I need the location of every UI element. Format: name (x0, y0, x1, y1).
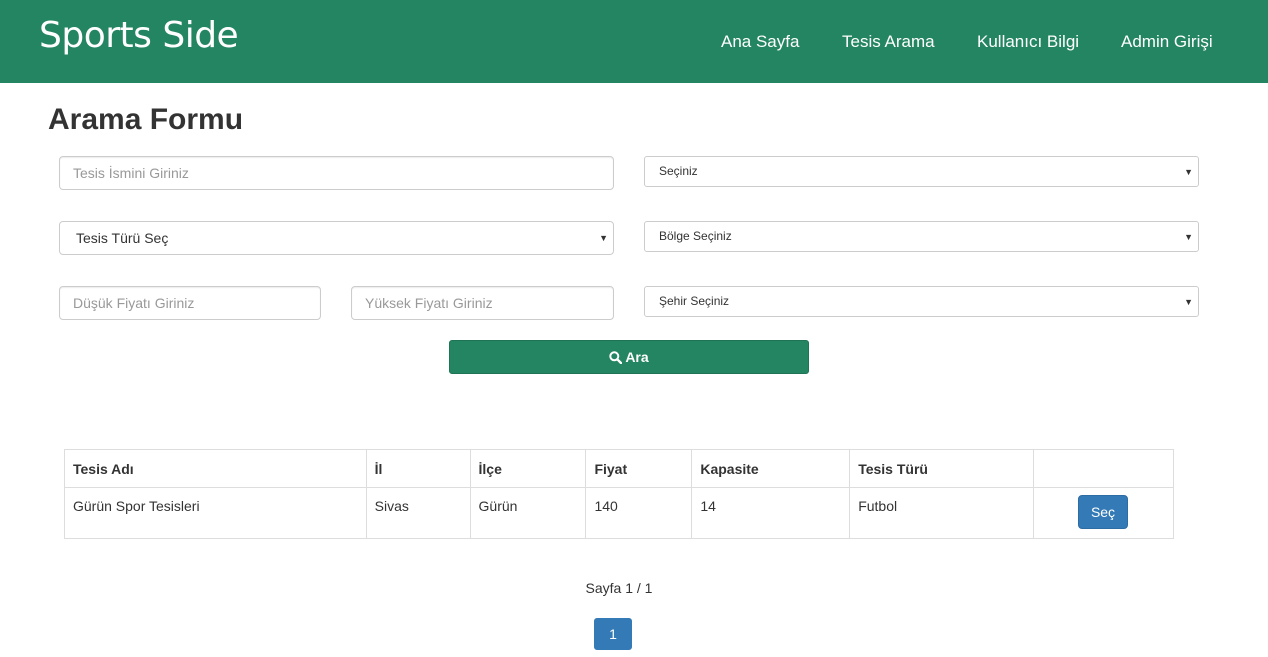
column-header (1033, 449, 1174, 488)
cell-price: 140 (585, 487, 693, 539)
nav-item-ana-sayfa[interactable]: Ana Sayfa (721, 31, 799, 53)
cell-capacity: 14 (691, 487, 851, 539)
city-select[interactable]: Şehir Seçiniz ▼ (644, 286, 1199, 317)
cell-action: Seç (1033, 487, 1174, 539)
cell-district: Gürün (469, 487, 587, 539)
city-select-value: Şehir Seçiniz (659, 294, 730, 308)
column-header: İlçe (469, 449, 587, 488)
page-title: Arama Formu (48, 103, 244, 136)
page-button-1[interactable]: 1 (594, 618, 632, 650)
region-select-value: Bölge Seçiniz (659, 229, 732, 243)
cell-city: Sivas (365, 487, 471, 539)
facility-name-placeholder: Tesis İsmini Giriniz (73, 165, 189, 181)
pagination-label: Sayfa 1 / 1 (585, 580, 653, 596)
chevron-down-icon: ▼ (599, 233, 608, 243)
column-header: İl (365, 449, 471, 488)
chevron-down-icon: ▼ (1184, 296, 1193, 307)
column-header: Tesis Türü (849, 449, 1034, 488)
top-navbar: Sports Side Ana Sayfa Tesis Arama Kullan… (0, 0, 1268, 83)
table-header-row: Tesis Adı İl İlçe Fiyat Kapasite Tesis T… (64, 449, 1174, 488)
results-table: Tesis Adı İl İlçe Fiyat Kapasite Tesis T… (64, 449, 1174, 539)
min-price-input[interactable]: Düşük Fiyatı Giriniz (59, 286, 321, 320)
nav-item-kullanici-bilgi[interactable]: Kullanıcı Bilgi (977, 31, 1079, 53)
facility-name-input[interactable]: Tesis İsmini Giriniz (59, 156, 614, 190)
chevron-down-icon: ▼ (1184, 166, 1193, 177)
cell-facility-name: Gürün Spor Tesisleri (64, 487, 367, 539)
nav-item-admin-girisi[interactable]: Admin Girişi (1121, 31, 1213, 53)
search-button[interactable]: Ara (449, 340, 809, 374)
facility-type-select-value: Tesis Türü Seç (76, 230, 169, 246)
column-header: Tesis Adı (64, 449, 367, 488)
max-price-placeholder: Yüksek Fiyatı Giriniz (365, 295, 493, 311)
column-header: Fiyat (585, 449, 693, 488)
table-row: Gürün Spor Tesisleri Sivas Gürün 140 14 … (64, 487, 1174, 539)
generic-select-value: Seçiniz (659, 164, 698, 178)
select-facility-button[interactable]: Seç (1078, 495, 1128, 529)
generic-select[interactable]: Seçiniz ▼ (644, 156, 1199, 187)
column-header: Kapasite (691, 449, 851, 488)
nav-item-tesis-arama[interactable]: Tesis Arama (842, 31, 935, 53)
chevron-down-icon: ▼ (1184, 231, 1193, 242)
cell-facility-type: Futbol (849, 487, 1034, 539)
search-icon (609, 351, 623, 364)
facility-type-select[interactable]: Tesis Türü Seç ▼ (59, 221, 614, 255)
search-button-label: Ara (625, 349, 649, 365)
brand-logo[interactable]: Sports Side (39, 14, 239, 58)
region-select[interactable]: Bölge Seçiniz ▼ (644, 221, 1199, 252)
min-price-placeholder: Düşük Fiyatı Giriniz (73, 295, 195, 311)
max-price-input[interactable]: Yüksek Fiyatı Giriniz (351, 286, 614, 320)
